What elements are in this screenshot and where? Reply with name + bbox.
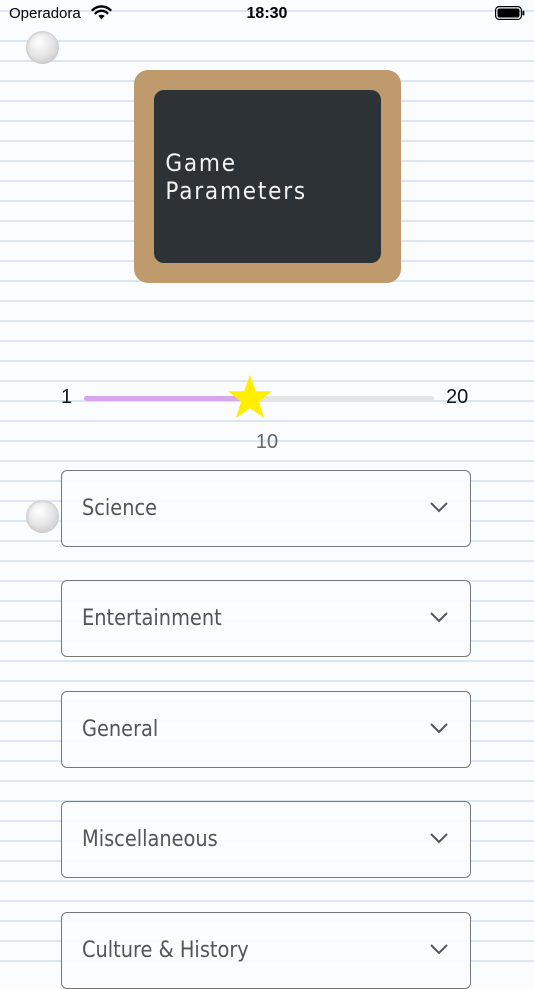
notebook-hole-middle [26,500,59,533]
clock: 18:30 [246,5,288,22]
category-dropdown-science[interactable]: Science [61,470,471,547]
category-dropdown-entertainment[interactable]: Entertainment [61,580,471,657]
status-bar: Operadora 18:30 [0,0,534,28]
dropdown-label: General [82,717,159,742]
dropdown-label: Miscellaneous [82,827,218,852]
slider-fill [84,396,250,401]
battery-icon [495,6,525,20]
category-dropdown-culture-history[interactable]: Culture & History [61,912,471,989]
page-title: Game Parameters [165,148,307,205]
chevron-down-icon [430,944,448,955]
dropdown-label: Culture & History [82,938,249,963]
slider-min-label: 1 [61,386,73,408]
chevron-down-icon [430,723,448,734]
chevron-down-icon [430,612,448,623]
star-icon[interactable] [227,373,273,421]
chalkboard-frame: Game Parameters [134,70,401,283]
chalkboard: Game Parameters [154,90,381,263]
chevron-down-icon [430,833,448,844]
notebook-hole-top [26,31,59,64]
category-dropdown-general[interactable]: General [61,691,471,768]
slider-max-label: 20 [446,386,469,408]
dropdown-label: Science [82,496,158,521]
slider-value: 10 [255,431,279,453]
dropdown-label: Entertainment [82,606,222,631]
chevron-down-icon [430,502,448,513]
category-dropdown-miscellaneous[interactable]: Miscellaneous [61,801,471,878]
